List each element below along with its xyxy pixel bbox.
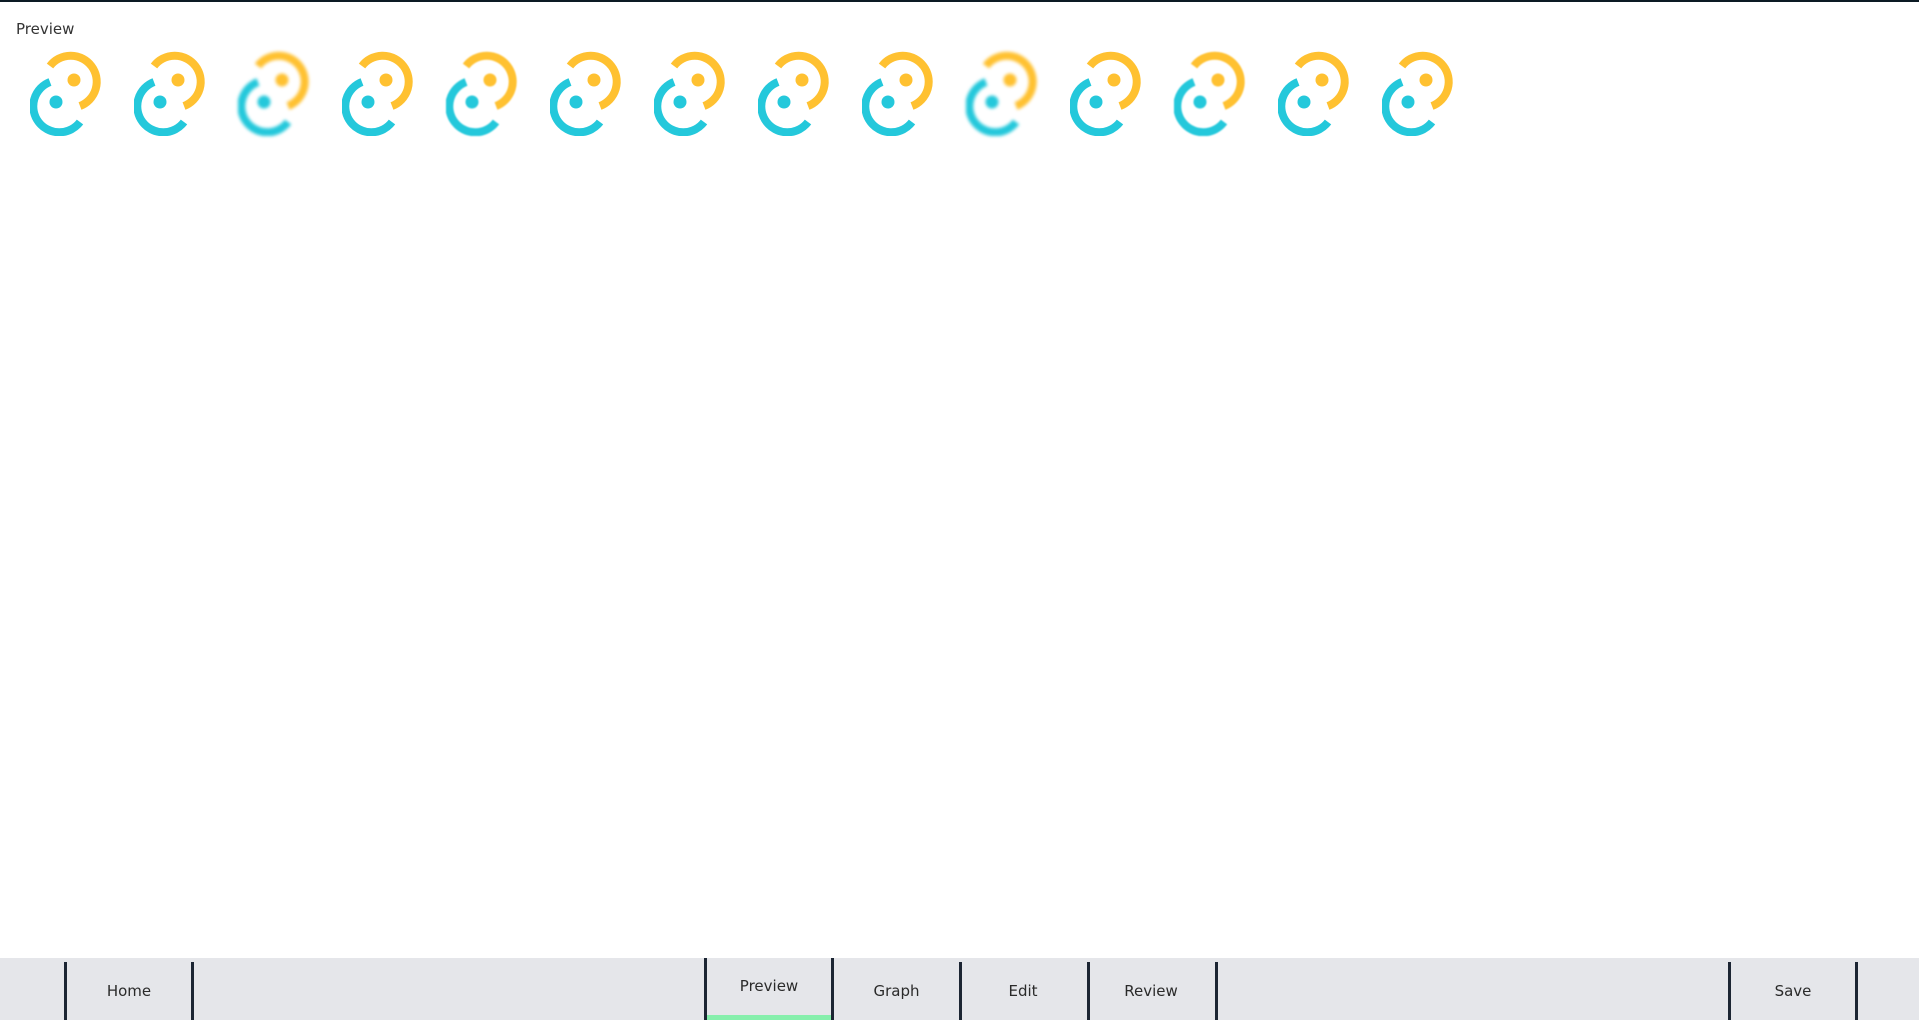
tauri-logo-icon [550, 51, 621, 136]
logo-thumbnail[interactable] [30, 50, 134, 140]
section-title: Preview [16, 20, 75, 38]
tab-review[interactable]: Review [1087, 962, 1218, 1020]
tauri-logo-icon [1278, 51, 1349, 136]
logo-thumbnail[interactable] [862, 50, 966, 140]
logo-thumbnail[interactable] [1278, 50, 1382, 140]
logo-thumbnail[interactable] [758, 50, 862, 140]
tauri-logo-icon [1070, 51, 1141, 136]
logo-thumbnail[interactable] [446, 50, 550, 140]
logo-thumbnail[interactable] [966, 50, 1070, 140]
logo-thumbnail[interactable] [550, 50, 654, 140]
tauri-logo-icon [1174, 51, 1245, 136]
logo-thumbnail[interactable] [1174, 50, 1278, 140]
tauri-logo-icon [966, 51, 1037, 136]
tab-graph[interactable]: Graph [831, 962, 962, 1020]
save-button[interactable]: Save [1728, 962, 1858, 1020]
tauri-logo-icon [238, 51, 309, 136]
icon-gallery [30, 50, 1486, 140]
tauri-logo-icon [862, 51, 933, 136]
tauri-logo-icon [758, 51, 829, 136]
logo-thumbnail[interactable] [238, 50, 342, 140]
window-top-border [0, 0, 1919, 2]
tab-edit[interactable]: Edit [959, 962, 1090, 1020]
logo-thumbnail[interactable] [1070, 50, 1174, 140]
logo-thumbnail[interactable] [342, 50, 446, 140]
tauri-logo-icon [30, 51, 101, 136]
tauri-logo-icon [1382, 51, 1453, 136]
tab-home[interactable]: Home [64, 962, 194, 1020]
tauri-logo-icon [446, 51, 517, 136]
tab-preview[interactable]: Preview [704, 958, 834, 1020]
logo-thumbnail[interactable] [1382, 50, 1486, 140]
bottom-navigation-bar: Home Preview Graph Edit Review Save [0, 958, 1919, 1020]
tauri-logo-icon [134, 51, 205, 136]
logo-thumbnail[interactable] [134, 50, 238, 140]
tauri-logo-icon [654, 51, 725, 136]
tauri-logo-icon [342, 51, 413, 136]
logo-thumbnail[interactable] [654, 50, 758, 140]
